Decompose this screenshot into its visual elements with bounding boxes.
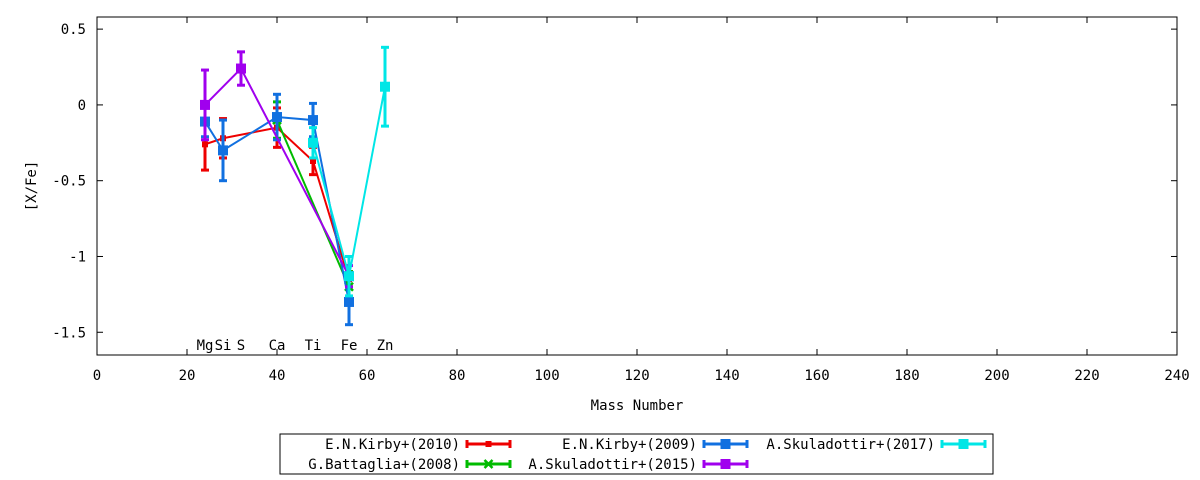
y-tick-label: -1: [69, 249, 86, 265]
data-point: [218, 145, 228, 156]
data-point: [720, 459, 731, 469]
y-tick-label: -1.5: [52, 325, 86, 341]
series-line: [312, 86, 386, 277]
x-tick-label: 200: [984, 368, 1009, 384]
legend-label: A.Skuladottir+(2017): [766, 437, 935, 453]
element-label-ca: Ca: [269, 338, 286, 354]
data-point: [272, 112, 282, 123]
data-point: [344, 271, 354, 282]
element-labels: Mg Si S Ca Ti Fe Zn: [197, 338, 394, 354]
data-point: [202, 141, 208, 148]
plot-frame: [96, 16, 1178, 356]
y-axis-label: [X/Fe]: [24, 161, 40, 212]
data-point: [308, 137, 318, 148]
data-point: [344, 296, 354, 307]
element-label-si: Si: [215, 338, 232, 354]
element-label-ti: Ti: [305, 338, 322, 354]
x-axis-label: Mass Number: [591, 398, 684, 414]
x-tick-label: 20: [179, 368, 196, 384]
y-tick-label: 0.5: [61, 22, 86, 38]
x-tick-label: 60: [359, 368, 376, 384]
series-5: [308, 45, 390, 298]
element-label-s: S: [237, 338, 245, 354]
y-tick-label: -0.5: [52, 174, 86, 190]
data-point: [720, 439, 731, 449]
element-label-zn: Zn: [377, 338, 394, 354]
data-point: [200, 99, 210, 110]
data-point: [958, 439, 969, 449]
data-point: [380, 81, 390, 92]
x-tick-label: 140: [714, 368, 739, 384]
x-tick-label: 120: [624, 368, 649, 384]
x-tick-label: 240: [1164, 368, 1189, 384]
y-tick-label: 0: [78, 98, 86, 114]
data-point: [236, 63, 246, 74]
chart: 0 20 40 60 80 100 120 140 160 180 200 220 240 0.5 0 -0.…: [24, 16, 1190, 475]
legend-label: G.Battaglia+(2008): [308, 457, 460, 473]
x-tick-label: 80: [449, 368, 466, 384]
data-point: [485, 441, 492, 447]
series-layer: [200, 45, 390, 327]
legend: E.N.Kirby+(2010) G.Battaglia+(2008) E.N.Ki…: [279, 433, 994, 475]
x-tick-label: 180: [894, 368, 919, 384]
x-tick-label: 160: [804, 368, 829, 384]
x-tick-label: 40: [269, 368, 286, 384]
legend-label: E.N.Kirby+(2009): [562, 437, 697, 453]
legend-label: A.Skuladottir+(2015): [528, 457, 697, 473]
data-point: [308, 115, 318, 126]
axis-ticks: 0 20 40 60 80 100 120 140 160 180 200 220 240 0.5 0 -0.…: [52, 17, 1190, 384]
x-tick-label: 220: [1074, 368, 1099, 384]
x-tick-label: 0: [93, 368, 101, 384]
legend-label: E.N.Kirby+(2010): [325, 437, 460, 453]
x-tick-label: 100: [534, 368, 559, 384]
element-label-fe: Fe: [341, 338, 358, 354]
element-label-mg: Mg: [197, 338, 214, 354]
